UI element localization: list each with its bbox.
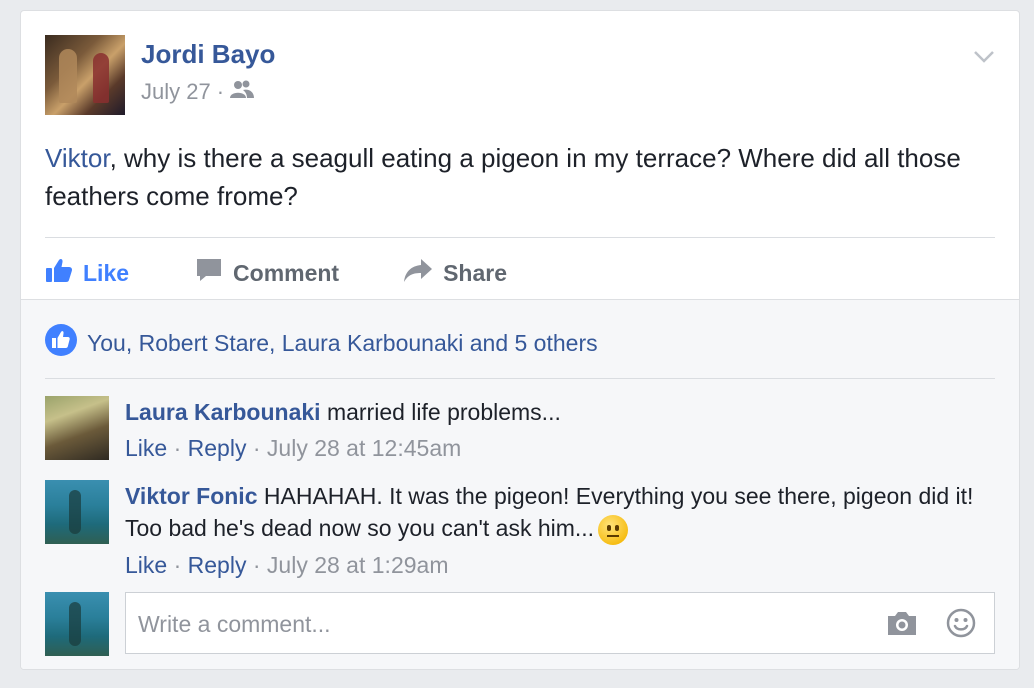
comment-text: married life problems... — [326, 399, 561, 425]
post-meta: July 27 · — [141, 79, 255, 105]
comment-separator: · — [173, 551, 182, 578]
comment-input-box[interactable] — [125, 592, 995, 655]
friends-icon[interactable] — [230, 79, 255, 105]
comment-composer — [45, 592, 995, 656]
comment-separator: · — [173, 435, 182, 461]
comment-content: Laura Karbounaki married life problems..… — [125, 396, 995, 428]
comment-input[interactable] — [136, 593, 840, 655]
comment-body: Viktor Fonic HAHAHAH. It was the pigeon!… — [125, 480, 995, 583]
comment-timestamp[interactable]: July 28 at 12:45am — [267, 435, 461, 461]
commenter-avatar[interactable] — [45, 480, 109, 544]
mention-link[interactable]: Viktor — [45, 143, 110, 173]
divider — [45, 378, 995, 379]
comment-icon — [195, 257, 223, 289]
author-avatar[interactable] — [45, 35, 125, 115]
comment-author[interactable]: Laura Karbounaki — [125, 399, 321, 425]
post-card: Jordi Bayo July 27 · Viktor, why is ther… — [20, 10, 1020, 670]
comment-item: Laura Karbounaki married life problems..… — [45, 396, 995, 466]
comment-button[interactable]: Comment — [195, 257, 339, 289]
like-reaction-icon — [45, 324, 77, 362]
post-author-name[interactable]: Jordi Bayo — [141, 39, 275, 70]
comment-timestamp[interactable]: July 28 at 1:29am — [267, 552, 449, 578]
current-user-avatar[interactable] — [45, 592, 109, 656]
emoji-smiley-icon[interactable] — [946, 608, 976, 643]
divider — [45, 237, 995, 238]
comment-body: Laura Karbounaki married life problems..… — [125, 396, 995, 466]
avatar-figure — [93, 53, 109, 103]
meta-separator: · — [216, 79, 225, 104]
share-icon — [403, 257, 433, 289]
feedback-section: You, Robert Stare, Laura Karbounaki and … — [21, 299, 1019, 669]
confused-face-icon — [598, 514, 629, 545]
post-message: Viktor, why is there a seagull eating a … — [45, 139, 995, 215]
comment-label: Comment — [233, 259, 340, 286]
comment-actions: Like · Reply · July 28 at 1:29am — [125, 547, 995, 583]
comment-reply-link[interactable]: Reply — [188, 552, 247, 578]
post-actions: Like Comment Share — [45, 247, 571, 299]
thumbs-up-icon — [45, 257, 73, 289]
comment-author[interactable]: Viktor Fonic — [125, 483, 258, 509]
post-message-text: , why is there a seagull eating a pigeon… — [45, 143, 961, 211]
comment-separator: · — [252, 435, 261, 461]
post-date[interactable]: July 27 — [141, 79, 211, 105]
reactions-summary[interactable]: You, Robert Stare, Laura Karbounaki and … — [45, 324, 598, 362]
share-label: Share — [443, 259, 508, 286]
chevron-down-icon[interactable] — [973, 45, 995, 67]
comment-separator: · — [252, 551, 261, 578]
comment-reply-link[interactable]: Reply — [188, 435, 247, 461]
comment-like-link[interactable]: Like — [125, 435, 167, 461]
avatar-figure — [69, 602, 81, 646]
comment-content: Viktor Fonic HAHAHAH. It was the pigeon!… — [125, 480, 995, 545]
like-button[interactable]: Like — [45, 257, 129, 289]
comment-item: Viktor Fonic HAHAHAH. It was the pigeon!… — [45, 480, 995, 580]
camera-icon[interactable] — [886, 609, 918, 642]
reactions-summary-text: You, Robert Stare, Laura Karbounaki and … — [87, 329, 598, 356]
comment-like-link[interactable]: Like — [125, 552, 167, 578]
commenter-avatar[interactable] — [45, 396, 109, 460]
comment-actions: Like · Reply · July 28 at 12:45am — [125, 430, 995, 466]
avatar-figure — [69, 490, 81, 534]
like-label: Like — [83, 259, 130, 286]
share-button[interactable]: Share — [403, 257, 507, 289]
avatar-figure — [59, 49, 77, 103]
post-header: Jordi Bayo July 27 · — [45, 35, 995, 115]
